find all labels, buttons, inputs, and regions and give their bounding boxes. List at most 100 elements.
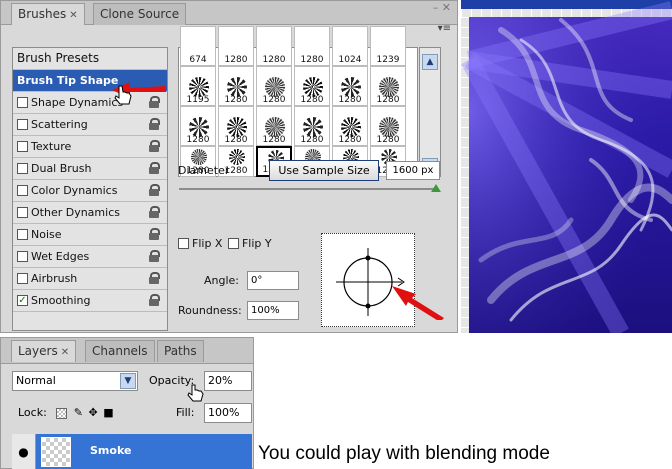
close-icon[interactable]: ✕ (69, 10, 77, 21)
brush-preset[interactable]: 1280 (294, 106, 330, 146)
fill-field[interactable]: 100% (204, 403, 252, 423)
brush-grid-scrollbar[interactable]: ▲ ▼ (419, 47, 441, 177)
checkbox[interactable] (17, 140, 28, 152)
option-label: Other Dynamics (31, 206, 120, 219)
option-color-dynamics[interactable]: Color Dynamics (13, 180, 167, 202)
close-icon[interactable]: ✕ (61, 347, 69, 358)
diameter-slider[interactable] (179, 188, 435, 190)
brush-preset[interactable]: 674 (180, 26, 216, 66)
angle-field[interactable]: 0° (247, 271, 299, 290)
checkbox[interactable] (17, 206, 28, 218)
lock-icon[interactable] (149, 118, 160, 130)
eye-icon[interactable]: ● (12, 434, 36, 469)
red-arrow-icon (392, 286, 444, 320)
flip-y-checkbox[interactable] (227, 237, 239, 249)
blend-mode-value: Normal (16, 374, 56, 387)
panel-collapse-icon[interactable]: – ✕ (433, 2, 451, 13)
brush-preset[interactable]: 1280 (180, 106, 216, 146)
blend-mode-select[interactable]: Normal ▼ (12, 371, 138, 391)
cursor-hand-icon (187, 384, 204, 402)
option-smoothing[interactable]: ✓ Smoothing (13, 290, 167, 312)
brush-thumbnail (303, 117, 323, 137)
option-label: Smoothing (31, 294, 91, 307)
option-label: Wet Edges (31, 250, 90, 263)
panel-menu-icon[interactable]: ▾≡ (438, 23, 451, 34)
flip-y-label: Flip Y (241, 237, 272, 250)
lock-icon[interactable] (149, 206, 160, 218)
tab-clone-source[interactable]: Clone Source (93, 3, 187, 25)
option-wet-edges[interactable]: Wet Edges (13, 246, 167, 268)
roundness-label: Roundness: (178, 304, 242, 317)
brush-size: 1024 (338, 55, 362, 65)
brush-thumbnail (191, 149, 207, 165)
option-scattering[interactable]: Scattering (13, 114, 167, 136)
checkbox[interactable] (17, 228, 28, 240)
checkbox[interactable] (17, 272, 28, 284)
option-other-dynamics[interactable]: Other Dynamics (13, 202, 167, 224)
scroll-up-icon[interactable]: ▲ (422, 54, 438, 70)
lock-transparent-icon[interactable] (56, 407, 68, 419)
layer-name: Smoke (90, 444, 132, 457)
lock-all-icon[interactable]: ■ (103, 406, 113, 419)
brush-preset[interactable]: 1280 (332, 106, 368, 146)
brush-preset[interactable]: 1280 (218, 66, 254, 106)
brush-preset[interactable]: 1280 (332, 66, 368, 106)
lock-icon[interactable] (149, 184, 160, 196)
option-airbrush[interactable]: Airbrush (13, 268, 167, 290)
chevron-down-icon[interactable]: ▼ (120, 373, 136, 389)
option-label: Dual Brush (31, 162, 92, 175)
brush-thumbnail (227, 77, 247, 97)
slider-thumb-icon[interactable] (431, 184, 441, 192)
lock-move-icon[interactable]: ✥ (89, 406, 98, 419)
document-canvas[interactable] (461, 0, 672, 333)
brush-preset[interactable]: 1280 (218, 26, 254, 66)
lock-icon[interactable] (149, 272, 160, 284)
tab-brushes[interactable]: Brushes ✕ (11, 3, 85, 25)
checkbox[interactable] (17, 118, 28, 130)
lock-icon[interactable] (149, 162, 160, 174)
brush-preset[interactable]: 1280 (256, 106, 292, 146)
lock-icon[interactable] (149, 294, 160, 306)
brush-preset[interactable]: 1195 (180, 66, 216, 106)
brush-size: 1280 (300, 95, 324, 105)
use-sample-size-button[interactable]: Use Sample Size (269, 160, 379, 181)
lock-icon[interactable] (149, 228, 160, 240)
brush-thumbnail (189, 117, 209, 137)
layers-panel: Layers ✕ Channels Paths Normal ▼ Opacity:… (0, 337, 254, 469)
checkbox-checked[interactable]: ✓ (17, 294, 28, 306)
brush-preset[interactable]: 1280 (256, 66, 292, 106)
option-texture[interactable]: Texture (13, 136, 167, 158)
roundness-field[interactable]: 100% (247, 301, 299, 320)
brush-preset[interactable]: 1024 (332, 26, 368, 66)
brush-preset[interactable]: 1280 (294, 26, 330, 66)
lock-icon[interactable] (149, 140, 160, 152)
fill-label: Fill: (176, 406, 195, 419)
layer-row-smoke[interactable]: ● Smoke (12, 434, 252, 469)
option-brush-presets[interactable]: Brush Presets (13, 48, 167, 70)
option-dual-brush[interactable]: Dual Brush (13, 158, 167, 180)
brush-size: 1280 (224, 55, 248, 65)
option-noise[interactable]: Noise (13, 224, 167, 246)
lock-icon[interactable] (149, 250, 160, 262)
checkbox[interactable] (17, 250, 28, 262)
flip-x-label: Flip X (192, 237, 223, 250)
brush-preset[interactable]: 1280 (256, 26, 292, 66)
tab-channels[interactable]: Channels (85, 340, 155, 362)
tab-brushes-label: Brushes (18, 7, 67, 21)
brush-preset[interactable]: 1280 (370, 66, 406, 106)
checkbox[interactable] (17, 96, 28, 108)
brush-preset[interactable]: 1280 (218, 106, 254, 146)
opacity-field[interactable]: 20% (204, 371, 252, 391)
checkbox[interactable] (17, 184, 28, 196)
brush-size: 1280 (262, 95, 286, 105)
tab-layers[interactable]: Layers ✕ (11, 340, 77, 362)
brush-preset[interactable]: 1280 (370, 106, 406, 146)
diameter-field[interactable]: 1600 px (386, 161, 440, 180)
brush-thumbnail (379, 117, 399, 137)
flip-x-checkbox[interactable] (178, 237, 189, 249)
checkbox[interactable] (17, 162, 28, 174)
lock-paint-icon[interactable]: ✎ (74, 406, 83, 419)
brush-preset[interactable]: 1280 (294, 66, 330, 106)
tab-paths[interactable]: Paths (157, 340, 204, 362)
brush-preset[interactable]: 1239 (370, 26, 406, 66)
